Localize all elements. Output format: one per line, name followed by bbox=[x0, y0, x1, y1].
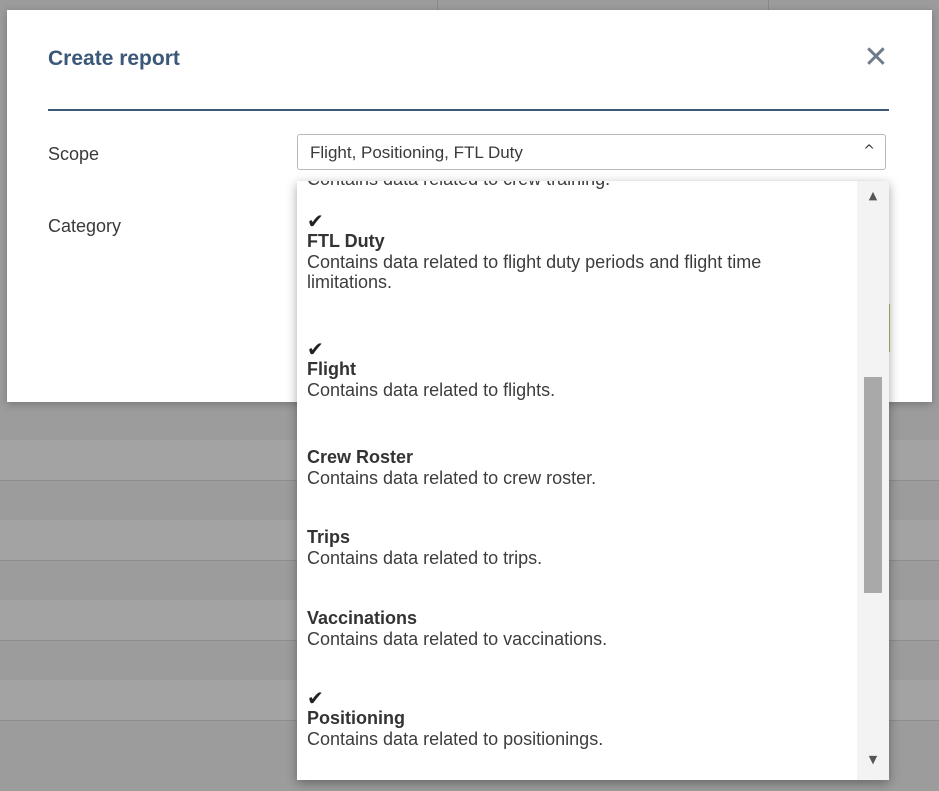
close-icon[interactable]: ✕ bbox=[862, 43, 890, 73]
scrollbar-thumb[interactable] bbox=[864, 377, 882, 593]
option-description: Contains data related to crew roster. bbox=[307, 468, 597, 488]
check-icon: ✔ bbox=[307, 209, 324, 233]
option-title: Crew Roster bbox=[307, 447, 414, 467]
option-crew-roster[interactable]: Crew Roster Contains data related to cre… bbox=[307, 447, 847, 488]
dropdown-scrollbar[interactable]: ▲ ▼ bbox=[857, 181, 889, 780]
option-title: Positioning bbox=[307, 708, 405, 728]
option-vaccinations[interactable]: Vaccinations Contains data related to va… bbox=[307, 608, 847, 649]
scroll-down-icon[interactable]: ▼ bbox=[857, 753, 889, 773]
title-divider bbox=[48, 109, 889, 111]
category-label: Category bbox=[48, 216, 122, 236]
clipped-option-text: Contains data related to crew training. bbox=[307, 181, 610, 190]
option-ftl-duty[interactable]: ✔ FTL Duty Contains data related to flig… bbox=[307, 211, 847, 292]
option-description: Contains data related to positionings. bbox=[307, 729, 604, 749]
check-icon: ✔ bbox=[307, 337, 324, 361]
chevron-up-icon: ^ bbox=[863, 143, 875, 159]
option-description: Contains data related to flights. bbox=[307, 380, 556, 400]
option-description: Contains data related to flight duty per… bbox=[307, 252, 762, 292]
scroll-up-icon[interactable]: ▲ bbox=[857, 189, 889, 209]
scope-dropdown-list[interactable]: Contains data related to crew training. … bbox=[297, 181, 889, 780]
option-description: Contains data related to vaccinations. bbox=[307, 629, 608, 649]
option-title: Trips bbox=[307, 527, 351, 547]
scope-label: Scope bbox=[48, 144, 100, 164]
dialog-title: Create report bbox=[48, 47, 180, 70]
option-description: Contains data related to trips. bbox=[307, 548, 543, 568]
option-title: Flight bbox=[307, 359, 356, 379]
option-trips[interactable]: Trips Contains data related to trips. bbox=[307, 527, 847, 568]
option-title: Vaccinations bbox=[307, 608, 418, 628]
option-title: FTL Duty bbox=[307, 231, 385, 251]
check-icon: ✔ bbox=[307, 686, 324, 710]
option-flight[interactable]: ✔ Flight Contains data related to flight… bbox=[307, 339, 847, 400]
scope-select[interactable]: Flight, Positioning, FTL Duty ^ bbox=[297, 134, 886, 170]
scope-selected-value: Flight, Positioning, FTL Duty bbox=[310, 143, 523, 162]
option-positioning[interactable]: ✔ Positioning Contains data related to p… bbox=[307, 688, 847, 749]
